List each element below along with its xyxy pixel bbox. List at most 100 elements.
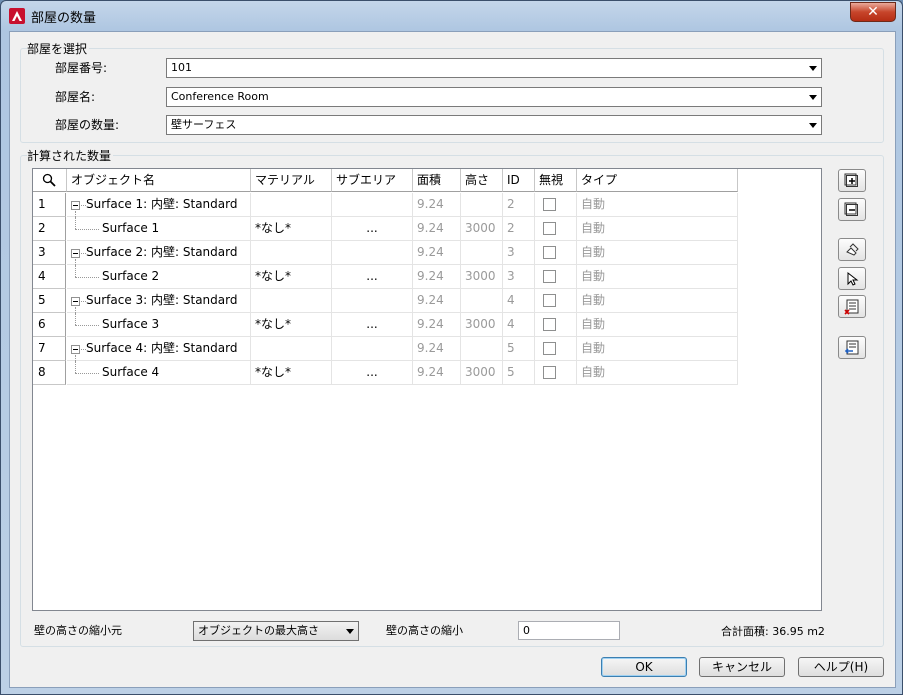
ignore-cell[interactable] xyxy=(535,361,577,385)
id-cell[interactable]: 2 xyxy=(503,217,535,241)
type-cell[interactable]: 自動 xyxy=(577,241,738,265)
type-cell[interactable]: 自動 xyxy=(577,217,738,241)
room-number-select[interactable]: 101 xyxy=(166,58,822,78)
id-cell[interactable]: 4 xyxy=(503,289,535,313)
object-name-child-cell[interactable]: Surface 4 xyxy=(67,361,251,385)
room-name-select[interactable]: Conference Room xyxy=(166,87,822,107)
column-header-object-name[interactable]: オブジェクト名 xyxy=(67,169,251,192)
subarea-cell[interactable]: ... xyxy=(332,265,413,289)
type-cell[interactable]: 自動 xyxy=(577,313,738,337)
collapse-node-icon[interactable] xyxy=(71,201,80,210)
object-name-child-cell[interactable]: Surface 2 xyxy=(67,265,251,289)
row-header[interactable]: 3 xyxy=(33,241,66,265)
type-cell[interactable]: 自動 xyxy=(577,361,738,385)
ignore-cell[interactable] xyxy=(535,193,577,217)
column-header-material[interactable]: マテリアル xyxy=(251,169,332,192)
height-cell[interactable] xyxy=(461,337,503,361)
expand-all-button[interactable] xyxy=(838,169,866,192)
object-name-child-cell[interactable]: Surface 3 xyxy=(67,313,251,337)
material-cell[interactable] xyxy=(251,289,332,313)
id-cell[interactable]: 3 xyxy=(503,265,535,289)
subarea-cell[interactable]: ... xyxy=(332,217,413,241)
column-header-height[interactable]: 高さ xyxy=(461,169,503,192)
height-cell[interactable] xyxy=(461,289,503,313)
column-header-ignore[interactable]: 無視 xyxy=(535,169,577,192)
type-cell[interactable]: 自動 xyxy=(577,289,738,313)
height-cell[interactable]: 3000 xyxy=(461,217,503,241)
subarea-cell[interactable] xyxy=(332,193,413,217)
area-cell[interactable]: 9.24 xyxy=(413,241,461,265)
ignore-checkbox[interactable] xyxy=(543,366,556,379)
material-cell[interactable] xyxy=(251,337,332,361)
title-bar[interactable]: 部屋の数量 ✕ xyxy=(1,1,902,31)
ignore-cell[interactable] xyxy=(535,313,577,337)
ok-button[interactable]: OK xyxy=(601,657,687,677)
area-cell[interactable]: 9.24 xyxy=(413,193,461,217)
quantities-grid[interactable]: オブジェクト名 マテリアル サブエリア 面積 高さ ID 無視 タイプ 1 Sur… xyxy=(32,168,822,611)
ignore-checkbox[interactable] xyxy=(543,198,556,211)
ignore-cell[interactable] xyxy=(535,241,577,265)
ignore-cell[interactable] xyxy=(535,265,577,289)
id-cell[interactable]: 5 xyxy=(503,361,535,385)
column-header-area[interactable]: 面積 xyxy=(413,169,461,192)
subarea-cell[interactable] xyxy=(332,289,413,313)
material-cell[interactable] xyxy=(251,193,332,217)
row-header[interactable]: 4 xyxy=(33,265,66,289)
height-cell[interactable]: 3000 xyxy=(461,361,503,385)
area-cell[interactable]: 9.24 xyxy=(413,313,461,337)
area-cell[interactable]: 9.24 xyxy=(413,217,461,241)
delete-rows-button[interactable] xyxy=(838,295,866,318)
ignore-cell[interactable] xyxy=(535,337,577,361)
collapse-all-button[interactable] xyxy=(838,198,866,221)
collapse-node-icon[interactable] xyxy=(71,345,80,354)
area-cell[interactable]: 9.24 xyxy=(413,289,461,313)
cancel-button[interactable]: キャンセル xyxy=(699,657,785,677)
ignore-checkbox[interactable] xyxy=(543,318,556,331)
collapse-node-icon[interactable] xyxy=(71,297,80,306)
row-header[interactable]: 1 xyxy=(33,193,66,217)
area-cell[interactable]: 9.24 xyxy=(413,361,461,385)
material-cell[interactable]: *なし* xyxy=(251,361,332,385)
height-cell[interactable]: 3000 xyxy=(461,265,503,289)
object-name-cell[interactable]: Surface 2: 内壁: Standard xyxy=(67,241,251,265)
column-header-subarea[interactable]: サブエリア xyxy=(332,169,413,192)
row-header[interactable]: 6 xyxy=(33,313,66,337)
ignore-checkbox[interactable] xyxy=(543,222,556,235)
row-header[interactable]: 2 xyxy=(33,217,66,241)
type-cell[interactable]: 自動 xyxy=(577,337,738,361)
subarea-cell[interactable]: ... xyxy=(332,313,413,337)
height-reduce-input[interactable]: 0 xyxy=(518,621,620,640)
id-cell[interactable]: 3 xyxy=(503,241,535,265)
ignore-checkbox[interactable] xyxy=(543,294,556,307)
grid-search-header[interactable] xyxy=(33,169,67,192)
id-cell[interactable]: 5 xyxy=(503,337,535,361)
id-cell[interactable]: 4 xyxy=(503,313,535,337)
object-name-cell[interactable]: Surface 4: 内壁: Standard xyxy=(67,337,251,361)
column-header-id[interactable]: ID xyxy=(503,169,535,192)
ignore-cell[interactable] xyxy=(535,217,577,241)
type-cell[interactable]: 自動 xyxy=(577,265,738,289)
help-button[interactable]: ヘルプ(H) xyxy=(798,657,884,677)
type-cell[interactable]: 自動 xyxy=(577,193,738,217)
column-header-type[interactable]: タイプ xyxy=(577,169,738,192)
ignore-cell[interactable] xyxy=(535,289,577,313)
import-button[interactable] xyxy=(838,336,866,359)
subarea-cell[interactable] xyxy=(332,337,413,361)
row-header[interactable]: 7 xyxy=(33,337,66,361)
material-cell[interactable] xyxy=(251,241,332,265)
material-cell[interactable]: *なし* xyxy=(251,217,332,241)
row-header[interactable]: 5 xyxy=(33,289,66,313)
close-button[interactable]: ✕ xyxy=(850,2,896,22)
height-cell[interactable] xyxy=(461,193,503,217)
id-cell[interactable]: 2 xyxy=(503,193,535,217)
object-name-cell[interactable]: Surface 3: 内壁: Standard xyxy=(67,289,251,313)
room-quantity-select[interactable]: 壁サーフェス xyxy=(166,115,822,135)
pick-button[interactable] xyxy=(838,267,866,290)
height-cell[interactable]: 3000 xyxy=(461,313,503,337)
row-header[interactable]: 8 xyxy=(33,361,66,385)
area-cell[interactable]: 9.24 xyxy=(413,337,461,361)
ignore-checkbox[interactable] xyxy=(543,342,556,355)
object-name-child-cell[interactable]: Surface 1 xyxy=(67,217,251,241)
ignore-checkbox[interactable] xyxy=(543,270,556,283)
collapse-node-icon[interactable] xyxy=(71,249,80,258)
